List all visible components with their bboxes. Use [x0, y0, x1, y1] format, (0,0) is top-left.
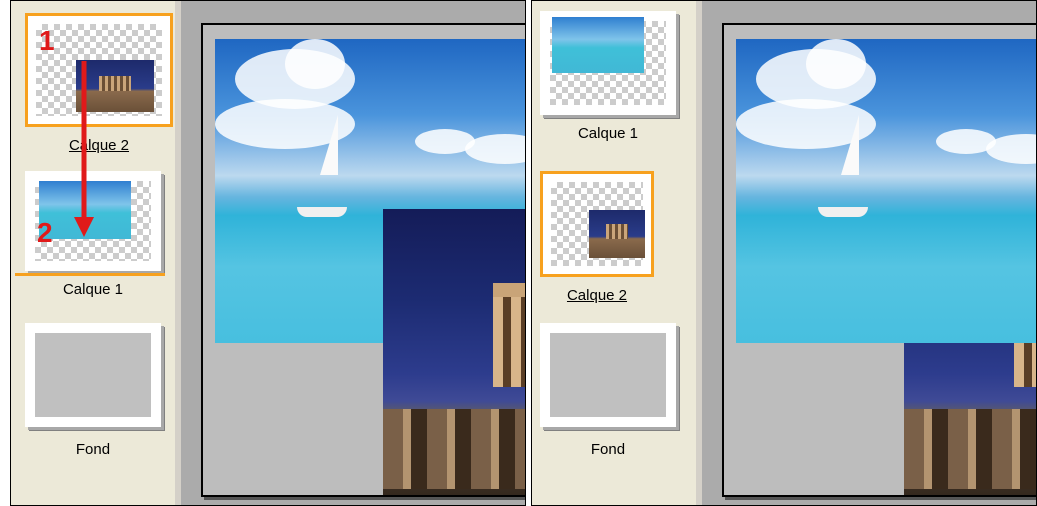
temple-thumbnail-image [589, 210, 645, 258]
background-fill [35, 333, 151, 417]
document-canvas[interactable] [201, 23, 525, 497]
layer-label: Calque 1 [62, 281, 124, 298]
layer-label: Fond [75, 441, 111, 458]
background-fill [550, 333, 666, 417]
sea-sailboat-image [736, 39, 1036, 343]
drop-indicator-line [15, 273, 165, 276]
layer-thumbnail[interactable] [25, 323, 161, 427]
temple-image [383, 209, 525, 495]
layers-palette: Calque 1 Calque 2 Fond [532, 1, 696, 505]
document-canvas[interactable] [722, 23, 1036, 497]
left-screenshot-panel: Calque 2 Calque 1 Fond 1 2 [10, 0, 526, 506]
layers-palette: Calque 2 Calque 1 Fond 1 2 [11, 1, 175, 505]
sea-thumbnail-image [552, 17, 644, 73]
right-screenshot-panel: Calque 1 Calque 2 Fond [531, 0, 1037, 506]
layer-label: Calque 1 [577, 125, 639, 142]
layer-label: Fond [590, 441, 626, 458]
document-workspace [696, 1, 1036, 505]
layer-thumbnail[interactable] [540, 171, 654, 277]
layer-item-calque-2[interactable]: Calque 2 [540, 171, 685, 304]
layer-label: Calque 2 [566, 287, 628, 304]
layer-thumbnail[interactable] [540, 323, 676, 427]
layer-item-fond[interactable]: Fond [25, 323, 170, 458]
layer-item-calque-1[interactable]: Calque 1 [540, 11, 685, 142]
layer-thumbnail[interactable] [540, 11, 676, 115]
layer-item-fond[interactable]: Fond [540, 323, 685, 458]
drag-arrow-icon [74, 61, 94, 237]
document-workspace [175, 1, 525, 505]
